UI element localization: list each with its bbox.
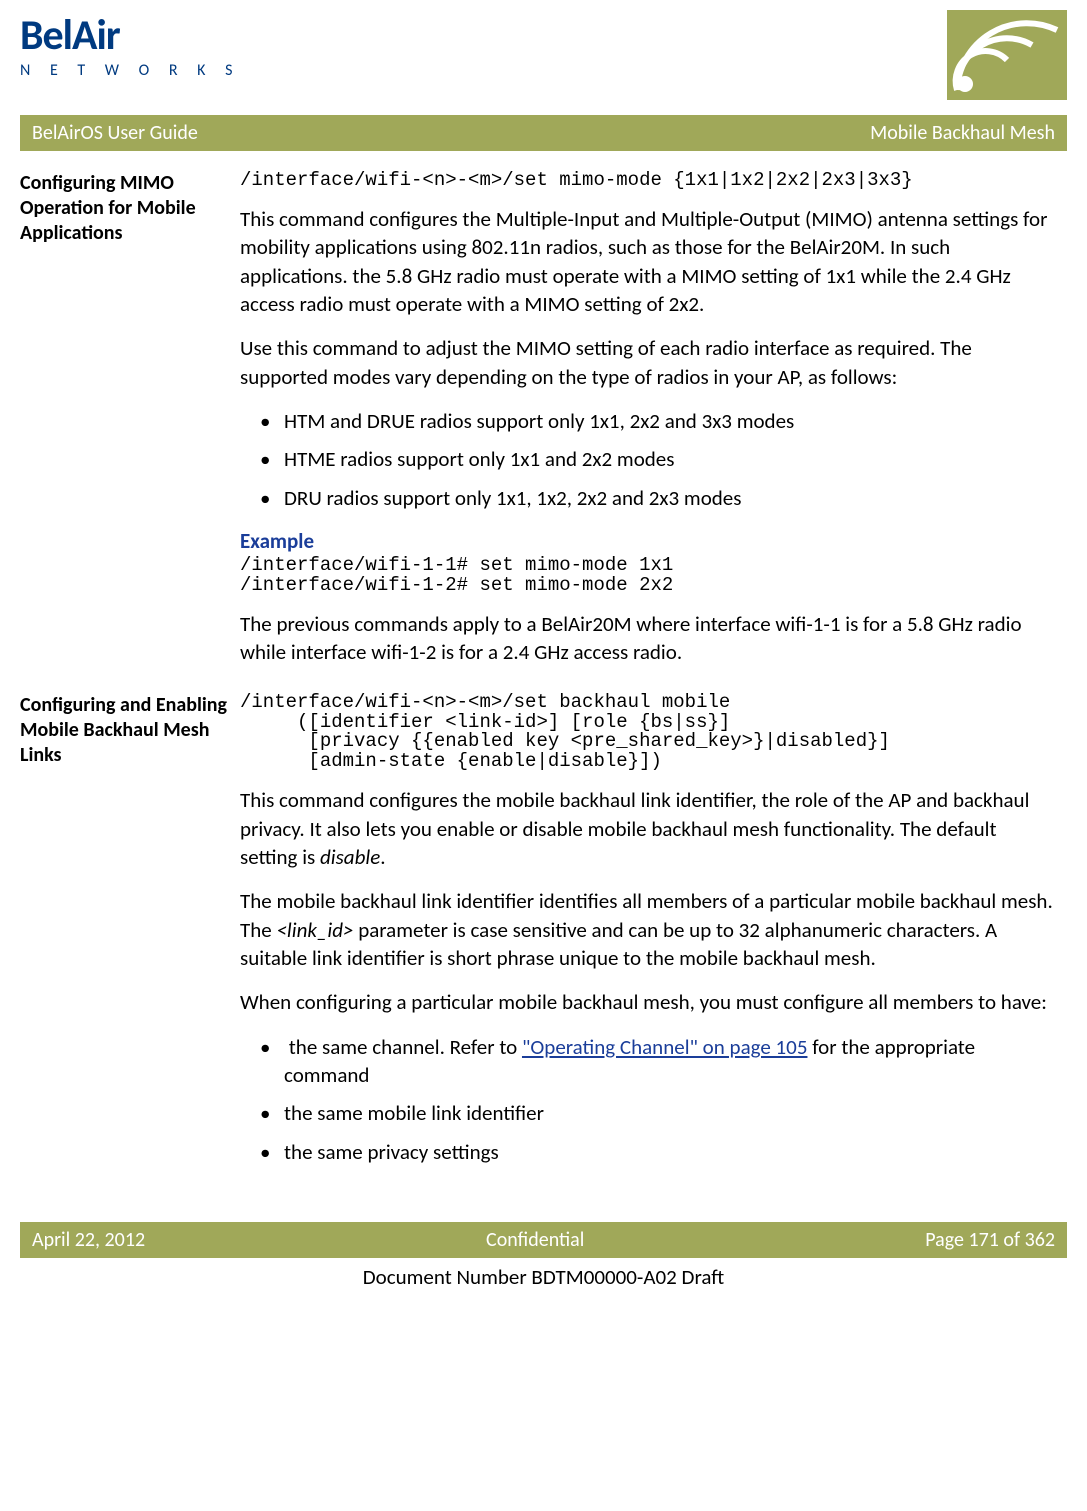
side-heading-backhaul: Configuring and Enabling Mobile Backhaul… xyxy=(20,693,240,768)
list-item: the same privacy settings xyxy=(240,1138,1057,1166)
logo-brand: BelAir xyxy=(20,10,240,61)
list-item: the same mobile link identifier xyxy=(240,1099,1057,1127)
logo-graphic-icon xyxy=(947,10,1067,105)
example-code: /interface/wifi-1-1# set mimo-mode 1x1 /… xyxy=(240,556,1057,596)
para-backhaul-3: When configuring a particular mobile bac… xyxy=(240,988,1057,1016)
list-item: the same channel. Refer to "Operating Ch… xyxy=(240,1033,1057,1090)
logo-left: BelAir N E T W O R K S xyxy=(20,10,240,80)
list-item: DRU radios support only 1x1, 1x2, 2x2 an… xyxy=(240,484,1057,512)
guide-title: BelAirOS User Guide xyxy=(32,121,198,145)
example-heading: Example xyxy=(240,528,1057,554)
para-backhaul-2: The mobile backhaul link identifier iden… xyxy=(240,887,1057,972)
section-backhaul: Configuring and Enabling Mobile Backhaul… xyxy=(20,693,1067,1183)
cmd-mimo: /interface/wifi-<n>-<m>/set mimo-mode {1… xyxy=(240,171,1057,191)
title-bar: BelAirOS User Guide Mobile Backhaul Mesh xyxy=(20,115,1067,151)
para-mimo-3: The previous commands apply to a BelAir2… xyxy=(240,610,1057,667)
para-mimo-1: This command configures the Multiple-Inp… xyxy=(240,205,1057,318)
cmd-backhaul: /interface/wifi-<n>-<m>/set backhaul mob… xyxy=(240,693,1057,773)
header: BelAir N E T W O R K S xyxy=(20,10,1067,105)
bullets-backhaul: the same channel. Refer to "Operating Ch… xyxy=(240,1033,1057,1166)
section-mimo: Configuring MIMO Operation for Mobile Ap… xyxy=(20,171,1067,683)
footer-page: Page 171 of 362 xyxy=(925,1228,1055,1252)
chapter-title: Mobile Backhaul Mesh xyxy=(870,121,1055,145)
side-heading-mimo: Configuring MIMO Operation for Mobile Ap… xyxy=(20,171,240,246)
link-operating-channel[interactable]: "Operating Channel" on page 105 xyxy=(522,1034,808,1060)
footer-bar: April 22, 2012 Confidential Page 171 of … xyxy=(20,1222,1067,1258)
footer-date: April 22, 2012 xyxy=(32,1228,145,1252)
list-item: HTME radios support only 1x1 and 2x2 mod… xyxy=(240,445,1057,473)
footer-confidential: Confidential xyxy=(486,1228,584,1252)
bullets-mimo: HTM and DRUE radios support only 1x1, 2x… xyxy=(240,407,1057,512)
para-backhaul-1: This command configures the mobile backh… xyxy=(240,786,1057,871)
para-mimo-2: Use this command to adjust the MIMO sett… xyxy=(240,334,1057,391)
document-number: Document Number BDTM00000-A02 Draft xyxy=(20,1258,1067,1304)
list-item: HTM and DRUE radios support only 1x1, 2x… xyxy=(240,407,1057,435)
logo-subbrand: N E T W O R K S xyxy=(20,61,240,80)
